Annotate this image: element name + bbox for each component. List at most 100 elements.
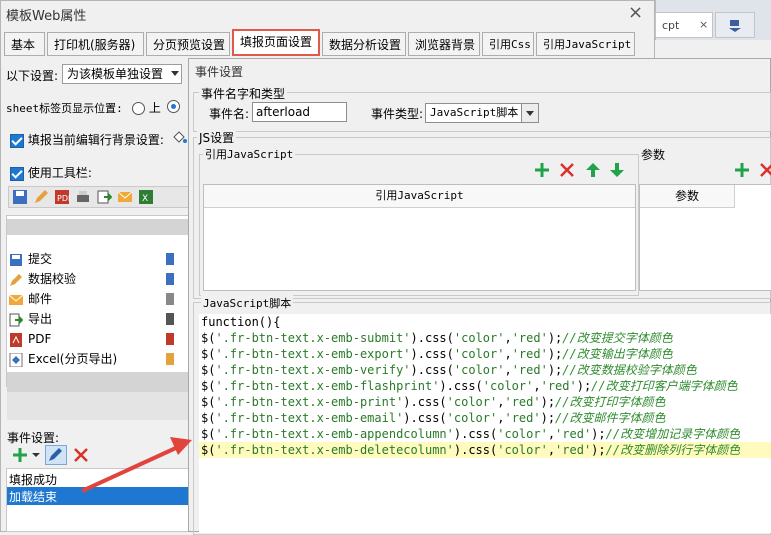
code-comment: //改变输出字体颜色 (562, 347, 673, 361)
code-string: 'red' (511, 363, 548, 377)
sheet-position-top-option[interactable]: 上 (132, 99, 161, 116)
code-token: ); (547, 347, 563, 361)
tab-fill-page[interactable]: 填报页面设置 (232, 29, 320, 56)
sheet-position-top-label: 上 (148, 101, 161, 115)
code-comment: //改变提交字体颜色 (562, 331, 673, 345)
tab-printer[interactable]: 打印机(服务器) (47, 32, 144, 56)
save-icon[interactable] (12, 189, 28, 205)
event-name-input[interactable]: afterload (252, 102, 347, 122)
code-string: '.fr-btn-text.x-emb-flashprint' (215, 379, 440, 393)
code-token: ); (540, 411, 556, 425)
bg-setting-label: 填报当前编辑行背景设置: (27, 133, 164, 147)
code-string: 'red' (555, 427, 592, 441)
delete-icon (560, 163, 574, 177)
code-token: ); (591, 427, 606, 441)
code-string: '.fr-btn-text.x-emb-submit' (215, 331, 411, 345)
code-token: ).css( (439, 379, 483, 393)
pencil-icon (49, 448, 62, 461)
code-string: 'red' (511, 331, 548, 345)
list-item-excel[interactable]: Excel(分页导出) (9, 350, 117, 369)
code-string: '.fr-btn-text.x-emb-appendcolumn' (215, 427, 454, 441)
code-line: $('.fr-btn-text.x-emb-deletecolumn').css… (199, 442, 771, 458)
list-item-export[interactable]: 导出 (9, 310, 52, 329)
tab-ref-javascript[interactable]: 引用JavaScript (536, 32, 635, 56)
code-token: , (504, 363, 512, 377)
add-js-button[interactable] (534, 162, 550, 182)
code-token: $( (201, 395, 216, 409)
code-string: 'color' (453, 347, 505, 361)
tab-page-preview[interactable]: 分页预览设置 (146, 32, 230, 56)
pencil-icon (10, 273, 22, 286)
print-icon[interactable] (75, 189, 91, 205)
pdf-icon[interactable]: PDF (54, 189, 70, 205)
list-item-label: 数据校验 (28, 272, 77, 286)
code-token: $( (201, 347, 216, 361)
list-item-verify[interactable]: 数据校验 (9, 270, 76, 289)
list-item-submit[interactable]: 提交 (9, 250, 52, 269)
tab-data-analysis[interactable]: 数据分析设置 (322, 32, 406, 56)
mode-label: 以下设置: (6, 69, 59, 83)
export-icon[interactable] (96, 189, 112, 205)
event-settings-dialog: 事件设置 事件名字和类型 事件名: afterload 事件类型: JavaSc… (188, 58, 771, 535)
paint-bucket-icon[interactable] (170, 128, 188, 146)
mode-select[interactable]: 为该模板单独设置 (62, 64, 182, 84)
code-line: $('.fr-btn-text.x-emb-verify').css('colo… (201, 362, 697, 378)
toolbar-preview: PDF X (8, 186, 190, 208)
code-comment: //改变打印字体颜色 (555, 395, 666, 409)
list-item-mail[interactable]: 邮件 (9, 290, 52, 309)
bg-setting-checkbox[interactable]: 填报当前编辑行背景设置: (10, 131, 164, 148)
code-string: 'red' (540, 379, 577, 393)
background-tab-other[interactable] (715, 12, 755, 38)
checkbox-checked-icon (10, 133, 24, 148)
code-token: $( (201, 411, 216, 425)
list-gray-band (7, 372, 189, 392)
tab-browser-bg[interactable]: 浏览器背景 (408, 32, 480, 56)
move-up-button[interactable] (585, 162, 601, 182)
code-string: 'red' (555, 443, 592, 457)
script-editor[interactable]: function(){ $('.fr-btn-text.x-emb-submit… (199, 314, 771, 533)
dropdown-icon (729, 20, 741, 32)
remove-param-button[interactable] (759, 162, 771, 182)
toolbar-checkbox[interactable]: 使用工具栏: (10, 164, 92, 181)
params-column-header[interactable]: 参数 (640, 185, 735, 208)
list-header-bar (7, 219, 189, 235)
pencil-icon[interactable] (33, 189, 49, 205)
list-item-pdf[interactable]: PDF (9, 330, 51, 349)
tab-ref-css[interactable]: 引用Css (482, 32, 534, 56)
event-type-value: JavaScript脚本 (430, 106, 519, 119)
add-event-button[interactable] (12, 446, 40, 464)
add-param-button[interactable] (734, 162, 750, 182)
edit-event-button[interactable] (45, 445, 67, 465)
tab-basic[interactable]: 基本 (4, 32, 45, 56)
pdf-icon (10, 332, 22, 347)
code-string: 'color' (453, 331, 505, 345)
event-item-fill-success[interactable]: 填报成功 (9, 471, 57, 488)
mail-icon[interactable] (117, 189, 133, 205)
list-item-label: Excel(分页导出) (28, 352, 118, 366)
code-token: ).css( (410, 331, 454, 345)
code-string: 'color' (497, 427, 548, 441)
code-line: $('.fr-btn-text.x-emb-submit').css('colo… (201, 330, 673, 346)
excel-icon[interactable]: X (138, 189, 154, 205)
remove-js-button[interactable] (559, 162, 575, 182)
code-token: ); (540, 395, 556, 409)
script-group-label: JavaScript脚本 (201, 295, 294, 311)
move-down-button[interactable] (609, 162, 625, 182)
background-tab-close-icon[interactable]: × (699, 12, 713, 38)
event-item-load-finished[interactable]: 加载结束 (9, 488, 57, 505)
code-token: , (547, 443, 556, 457)
sheet-position-other-option[interactable] (167, 99, 180, 113)
delete-event-button[interactable] (72, 446, 90, 464)
add-icon (13, 448, 40, 462)
code-token: ); (547, 363, 563, 377)
ref-js-column-header[interactable]: 引用JavaScript (204, 185, 635, 208)
code-string: '.fr-btn-text.x-emb-export' (215, 347, 411, 361)
event-type-select[interactable]: JavaScript脚本 (425, 103, 539, 123)
code-token: ).css( (410, 347, 454, 361)
dialog-close-icon[interactable]: × (628, 2, 643, 23)
chevron-down-icon (521, 104, 538, 122)
event-name-label: 事件名: (209, 107, 250, 121)
code-line: $('.fr-btn-text.x-emb-flashprint').css('… (201, 378, 738, 394)
code-token: $( (201, 427, 216, 441)
params-group-label: 参数 (639, 146, 668, 163)
